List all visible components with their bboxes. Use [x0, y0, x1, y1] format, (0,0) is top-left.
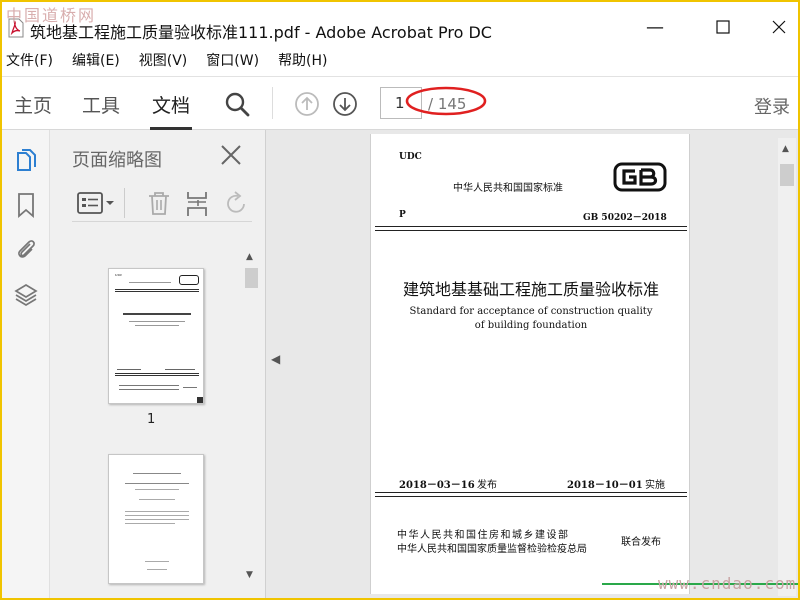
collapse-panel-icon[interactable]: ◀ [271, 352, 280, 366]
insert-page-icon[interactable] [184, 190, 212, 218]
page-thumbnail-2[interactable] [108, 454, 204, 584]
gb-logo [613, 162, 667, 192]
tab-document[interactable]: 文档 [152, 91, 190, 118]
thumbnail-gb-logo [179, 275, 199, 285]
login-button[interactable]: 登录 [754, 93, 790, 119]
thumbnail-selection-marker [197, 397, 203, 403]
window-title: 筑地基工程施工质量验收标准111.pdf - Adobe Acrobat Pro… [30, 23, 492, 42]
pages-icon[interactable] [14, 148, 38, 174]
thumbnail-label: 1 [147, 412, 156, 427]
document-view: ◀ UDC 中华人民共和国国家标准 P GB 50202－2018 建筑地基基础… [266, 130, 798, 598]
menu-view[interactable]: 视图(V) [135, 48, 197, 72]
page-effective-label: 实施 [645, 480, 665, 491]
toolbar-separator [272, 87, 273, 119]
page-title-cn: 建筑地基基础工程施工质量验收标准 [402, 280, 659, 299]
minimize-button[interactable]: — [632, 12, 678, 42]
page-title-en-line1: Standard for acceptance of construction … [409, 306, 653, 317]
menu-bar: 文件(F) 编辑(E) 视图(V) 窗口(W) 帮助(H) [2, 48, 343, 72]
rotate-icon[interactable] [224, 190, 250, 216]
page-issuer-1: 中华人民共和国住房和城乡建设部 [397, 530, 570, 541]
page-title-en-line2: of building foundation [474, 320, 588, 331]
next-page-icon[interactable] [332, 91, 358, 117]
page-publish-date: 2018－03－16 [399, 480, 475, 491]
page-rule [375, 230, 687, 231]
maximize-button[interactable] [700, 12, 746, 42]
thumbnail-text: UDC [115, 273, 123, 277]
title-bar: 筑地基工程施工质量验收标准111.pdf - Adobe Acrobat Pro… [2, 2, 798, 44]
page-p-label: P [399, 210, 406, 220]
layers-icon[interactable] [14, 282, 38, 308]
bookmark-icon[interactable] [14, 192, 38, 218]
thumbnails-panel: 页面缩略图 UDC 1 ▲ ▼ [50, 130, 266, 598]
annotation-ellipse [405, 86, 487, 116]
toolbar: 主页 工具 文档 1 / 145 登录 [2, 76, 798, 130]
document-page: UDC 中华人民共和国国家标准 P GB 50202－2018 建筑地基基础工程… [370, 134, 690, 594]
page-publish-label: 发布 [477, 480, 497, 491]
tab-tools[interactable]: 工具 [82, 91, 120, 118]
document-scrollbar[interactable]: ▲ [778, 138, 796, 596]
page-standard-code: GB 50202－2018 [583, 213, 667, 223]
menu-window[interactable]: 窗口(W) [202, 48, 268, 72]
close-icon [772, 20, 786, 34]
page-effective-date: 2018－10－01 [567, 480, 643, 491]
page-rule [375, 492, 687, 493]
menu-edit[interactable]: 编辑(E) [68, 48, 129, 72]
thumbnail-toolbar [72, 186, 252, 222]
page-rule [375, 496, 687, 497]
menu-help[interactable]: 帮助(H) [274, 48, 336, 72]
page-udc: UDC [399, 152, 422, 162]
tool-separator [124, 188, 125, 218]
maximize-icon [716, 20, 730, 34]
close-panel-icon[interactable] [220, 144, 242, 166]
thumbnail-options-icon[interactable] [76, 190, 116, 216]
close-window-button[interactable] [756, 12, 798, 42]
prev-page-icon[interactable] [294, 91, 320, 117]
scroll-down-arrow[interactable]: ▼ [246, 570, 253, 580]
search-icon[interactable] [224, 91, 250, 117]
thumbnails-scrollbar[interactable]: ▲ ▼ [243, 250, 260, 582]
scroll-up-arrow[interactable]: ▲ [246, 252, 253, 262]
panel-title: 页面缩略图 [72, 150, 162, 171]
doc-scroll-up-arrow[interactable]: ▲ [782, 144, 789, 154]
page-rule [375, 226, 687, 227]
page-issuer-2: 中华人民共和国国家质量监督检验检疫总局 [397, 544, 587, 555]
page-joint-label: 联合发布 [621, 537, 661, 548]
app-window: 筑地基工程施工质量验收标准111.pdf - Adobe Acrobat Pro… [2, 2, 798, 598]
tab-home[interactable]: 主页 [14, 91, 52, 118]
page-thumbnail-1[interactable]: UDC [108, 268, 204, 404]
delete-icon[interactable] [146, 190, 172, 216]
attachment-icon[interactable] [14, 236, 38, 262]
menu-file[interactable]: 文件(F) [2, 48, 62, 72]
watermark-bottom: www.cndao.com [658, 574, 797, 593]
page-national-standard: 中华人民共和国国家标准 [453, 183, 563, 194]
doc-scroll-thumb[interactable] [780, 164, 794, 186]
scroll-thumb[interactable] [245, 268, 258, 288]
watermark-top: 中国道桥网 [6, 6, 97, 25]
navigation-rail [2, 130, 50, 598]
